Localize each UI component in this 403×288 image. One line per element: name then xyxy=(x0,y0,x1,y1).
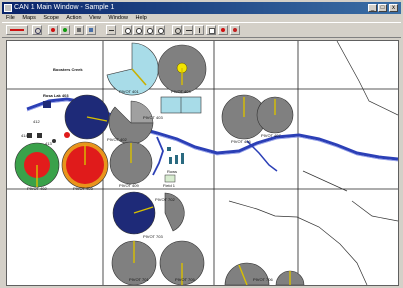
record-red-icon[interactable] xyxy=(48,25,58,35)
sheet-icon[interactable] xyxy=(206,25,216,35)
window-title: CAN 1 Main Window - Sample 1 xyxy=(14,4,115,11)
pump-station-icon[interactable] xyxy=(43,101,51,108)
field-label: Field 1 xyxy=(163,183,176,188)
field-marker[interactable] xyxy=(164,174,176,183)
label-pivot-413: PIVOT 403 xyxy=(73,186,93,191)
menu-maps[interactable]: Maps xyxy=(22,15,35,21)
refresh-icon[interactable] xyxy=(32,25,42,35)
maximize-button[interactable]: □ xyxy=(378,4,387,12)
alarm-marker-icon[interactable] xyxy=(64,132,70,138)
zoom-region-icon[interactable] xyxy=(144,25,154,35)
label-pivot-404: PIVOT 404 xyxy=(171,89,191,94)
label-pivot-403: PIVOT 403 xyxy=(143,115,163,120)
rows-label: Rows xyxy=(167,169,177,174)
info-icon[interactable] xyxy=(194,25,204,35)
label-pivot-407: PIVOT 407 xyxy=(261,133,281,138)
table-icon[interactable] xyxy=(86,25,96,35)
zoom-in-icon[interactable] xyxy=(122,25,132,35)
stop-sign-icon[interactable] xyxy=(6,25,28,35)
label-pivot-412: PIVOT 402 xyxy=(27,186,47,191)
label-pivot-702: PIVOT 702 xyxy=(155,197,175,202)
pump-label: Rosa Lak 403 xyxy=(43,93,69,98)
creek-label: Boosters Creek xyxy=(53,67,83,72)
alarm-icon[interactable] xyxy=(230,25,240,35)
menu-help[interactable]: Help xyxy=(136,15,147,21)
zoom-out-icon[interactable] xyxy=(133,25,143,35)
label-412: 412 xyxy=(33,119,40,124)
label-pivot-706: PIVOT 706 xyxy=(253,277,273,282)
app-icon[interactable] xyxy=(4,4,12,12)
sensor-icon[interactable] xyxy=(167,147,171,151)
map-svg: Boosters Creek Rosa Lak 403 412 414 413 … xyxy=(7,41,398,285)
menu-action[interactable]: Action xyxy=(66,15,81,21)
label-pivot-409: PIVOT 409 xyxy=(119,183,139,188)
creek-branch xyxy=(152,136,164,176)
application-window: CAN 1 Main Window - Sample 1 _ □ x File … xyxy=(0,0,403,288)
label-pivot-701: PIVOT 701 xyxy=(129,277,149,282)
label-pivot-705: PIVOT 705 xyxy=(175,277,195,282)
run-green-icon[interactable] xyxy=(60,25,70,35)
grid-icon[interactable] xyxy=(74,25,84,35)
close-button[interactable]: x xyxy=(389,4,398,12)
measure-icon[interactable] xyxy=(183,25,193,35)
menu-bar: File Maps Scope Action View Window Help xyxy=(2,14,401,22)
station-icon[interactable] xyxy=(37,133,42,138)
label-pivot-703: PIVOT 703 xyxy=(143,234,163,239)
map-canvas[interactable]: Boosters Creek Rosa Lak 403 412 414 413 … xyxy=(6,40,399,286)
menu-window[interactable]: Window xyxy=(108,15,128,21)
minimize-button[interactable]: _ xyxy=(368,4,377,12)
rotate-icon[interactable] xyxy=(172,25,182,35)
menu-view[interactable]: View xyxy=(89,15,101,21)
zoom-fit-icon[interactable] xyxy=(155,25,165,35)
label-pivot-402: PIVOT 402 xyxy=(107,137,127,142)
creek-branch-east xyxy=(246,140,278,172)
alert-icon[interactable] xyxy=(218,25,228,35)
menu-scope[interactable]: Scope xyxy=(43,15,59,21)
toolbar xyxy=(2,22,401,38)
label-413: 413 xyxy=(45,141,52,146)
link-icon[interactable] xyxy=(106,25,116,35)
label-pivot-406: PIVOT 406 xyxy=(231,139,251,144)
title-bar[interactable]: CAN 1 Main Window - Sample 1 _ □ x xyxy=(2,2,401,14)
roads xyxy=(228,41,398,285)
label-414: 414 xyxy=(21,133,28,138)
label-pivot-401: PIVOT 401 xyxy=(119,89,139,94)
menu-file[interactable]: File xyxy=(6,15,15,21)
